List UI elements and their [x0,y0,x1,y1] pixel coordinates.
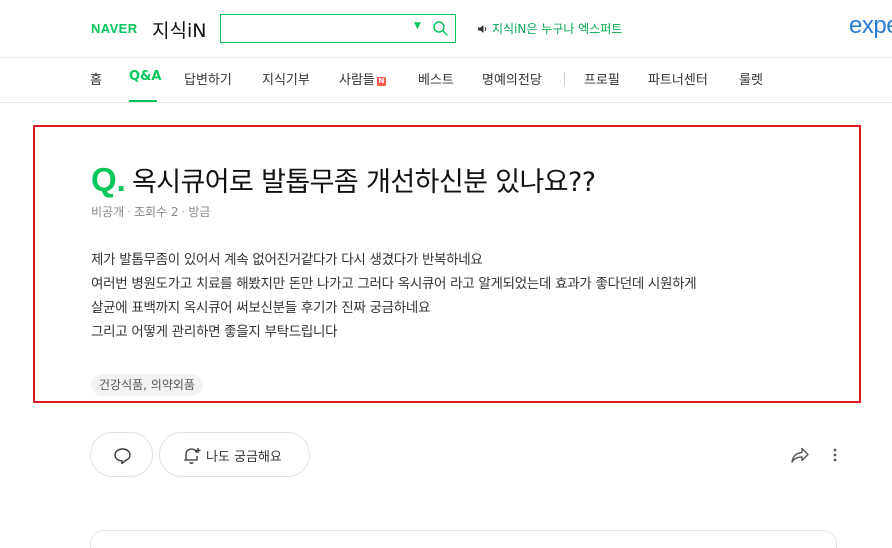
question-mark-icon: Q. [91,161,126,198]
speaker-icon [478,24,487,33]
comment-button[interactable] [90,432,153,477]
body-line: 살균에 표백까지 옥시큐어 써보신분들 후기가 진짜 궁금하네요 [91,300,431,316]
body-line: 여러번 병원도가고 치료를 해봤지만 돈만 나가고 그러다 옥시큐어 라고 알게… [91,276,697,292]
curious-button[interactable]: 나도 궁금해요 [159,432,310,477]
search-box: ▼ [220,14,456,43]
nav-item-home[interactable]: 홈 [90,69,102,88]
bell-add-icon [184,448,201,464]
nav-divider [0,102,892,103]
chevron-down-icon[interactable]: ▼ [414,21,421,31]
naver-logo[interactable]: NAVER [91,21,138,36]
nav-item-answer[interactable]: 답변하기 [184,69,232,88]
curious-label: 나도 궁금해요 [206,450,282,465]
nav-item-hall-of-fame[interactable]: 명예의전당 [482,69,542,88]
category-tag[interactable]: 건강식품, 의약외품 [91,374,203,396]
nav-item-qna[interactable]: Q&A [129,69,161,84]
question-meta: 비공개 · 조회수 2 · 방금 [91,205,211,219]
search-input[interactable] [227,19,407,38]
nav-item-partner-center[interactable]: 파트너센터 [648,69,708,88]
body-line: 제가 발톱무좀이 있어서 계속 없어진거같다가 다시 생겼다가 반복하네요 [91,252,483,268]
nav-item-people-label: 사람들 [339,73,375,88]
question-title: 옥시큐어로 발톱무좀 개선하신분 있나요?? [132,167,596,198]
jisikin-logo[interactable]: 지식iN [152,16,206,43]
expert-logo[interactable]: expe [849,12,892,40]
nav-item-people[interactable]: 사람들 N [339,69,386,88]
comment-icon [114,448,131,465]
nav-item-donation[interactable]: 지식기부 [262,69,310,88]
notice-text: 지식iN은 누구나 엑스퍼트 [492,22,623,36]
post-time: 방금 [188,205,211,219]
nav-item-profile[interactable]: 프로필 [584,69,620,88]
body-line: 그리고 어떻게 관리하면 좋을지 부탁드립니다 [91,324,338,340]
header: NAVER 지식iN ▼ 지식iN은 누구나 엑스퍼트 expe [0,0,892,57]
nav-separator [564,72,565,86]
more-icon[interactable] [830,446,840,464]
author-name: 비공개 [91,205,125,219]
main-nav: 홈 Q&A 답변하기 지식기부 사람들 N 베스트 명예의전당 프로필 파트너센터… [0,58,892,102]
expert-notice[interactable]: 지식iN은 누구나 엑스퍼트 [477,20,622,37]
nav-item-roulette[interactable]: 룰렛 [739,69,763,88]
question-card: Q. 옥시큐어로 발톱무좀 개선하신분 있나요?? 비공개 · 조회수 2 · 방금 제… [33,125,861,403]
search-icon[interactable] [432,20,449,37]
answer-card-edge [90,530,837,548]
view-count: 조회수 2 [133,205,179,219]
nav-item-best[interactable]: 베스트 [418,69,454,88]
new-badge: N [376,77,386,86]
share-icon[interactable] [790,446,810,464]
question-body: 제가 발톱무좀이 있어서 계속 없어진거같다가 다시 생겼다가 반복하네요 여러… [91,248,697,344]
